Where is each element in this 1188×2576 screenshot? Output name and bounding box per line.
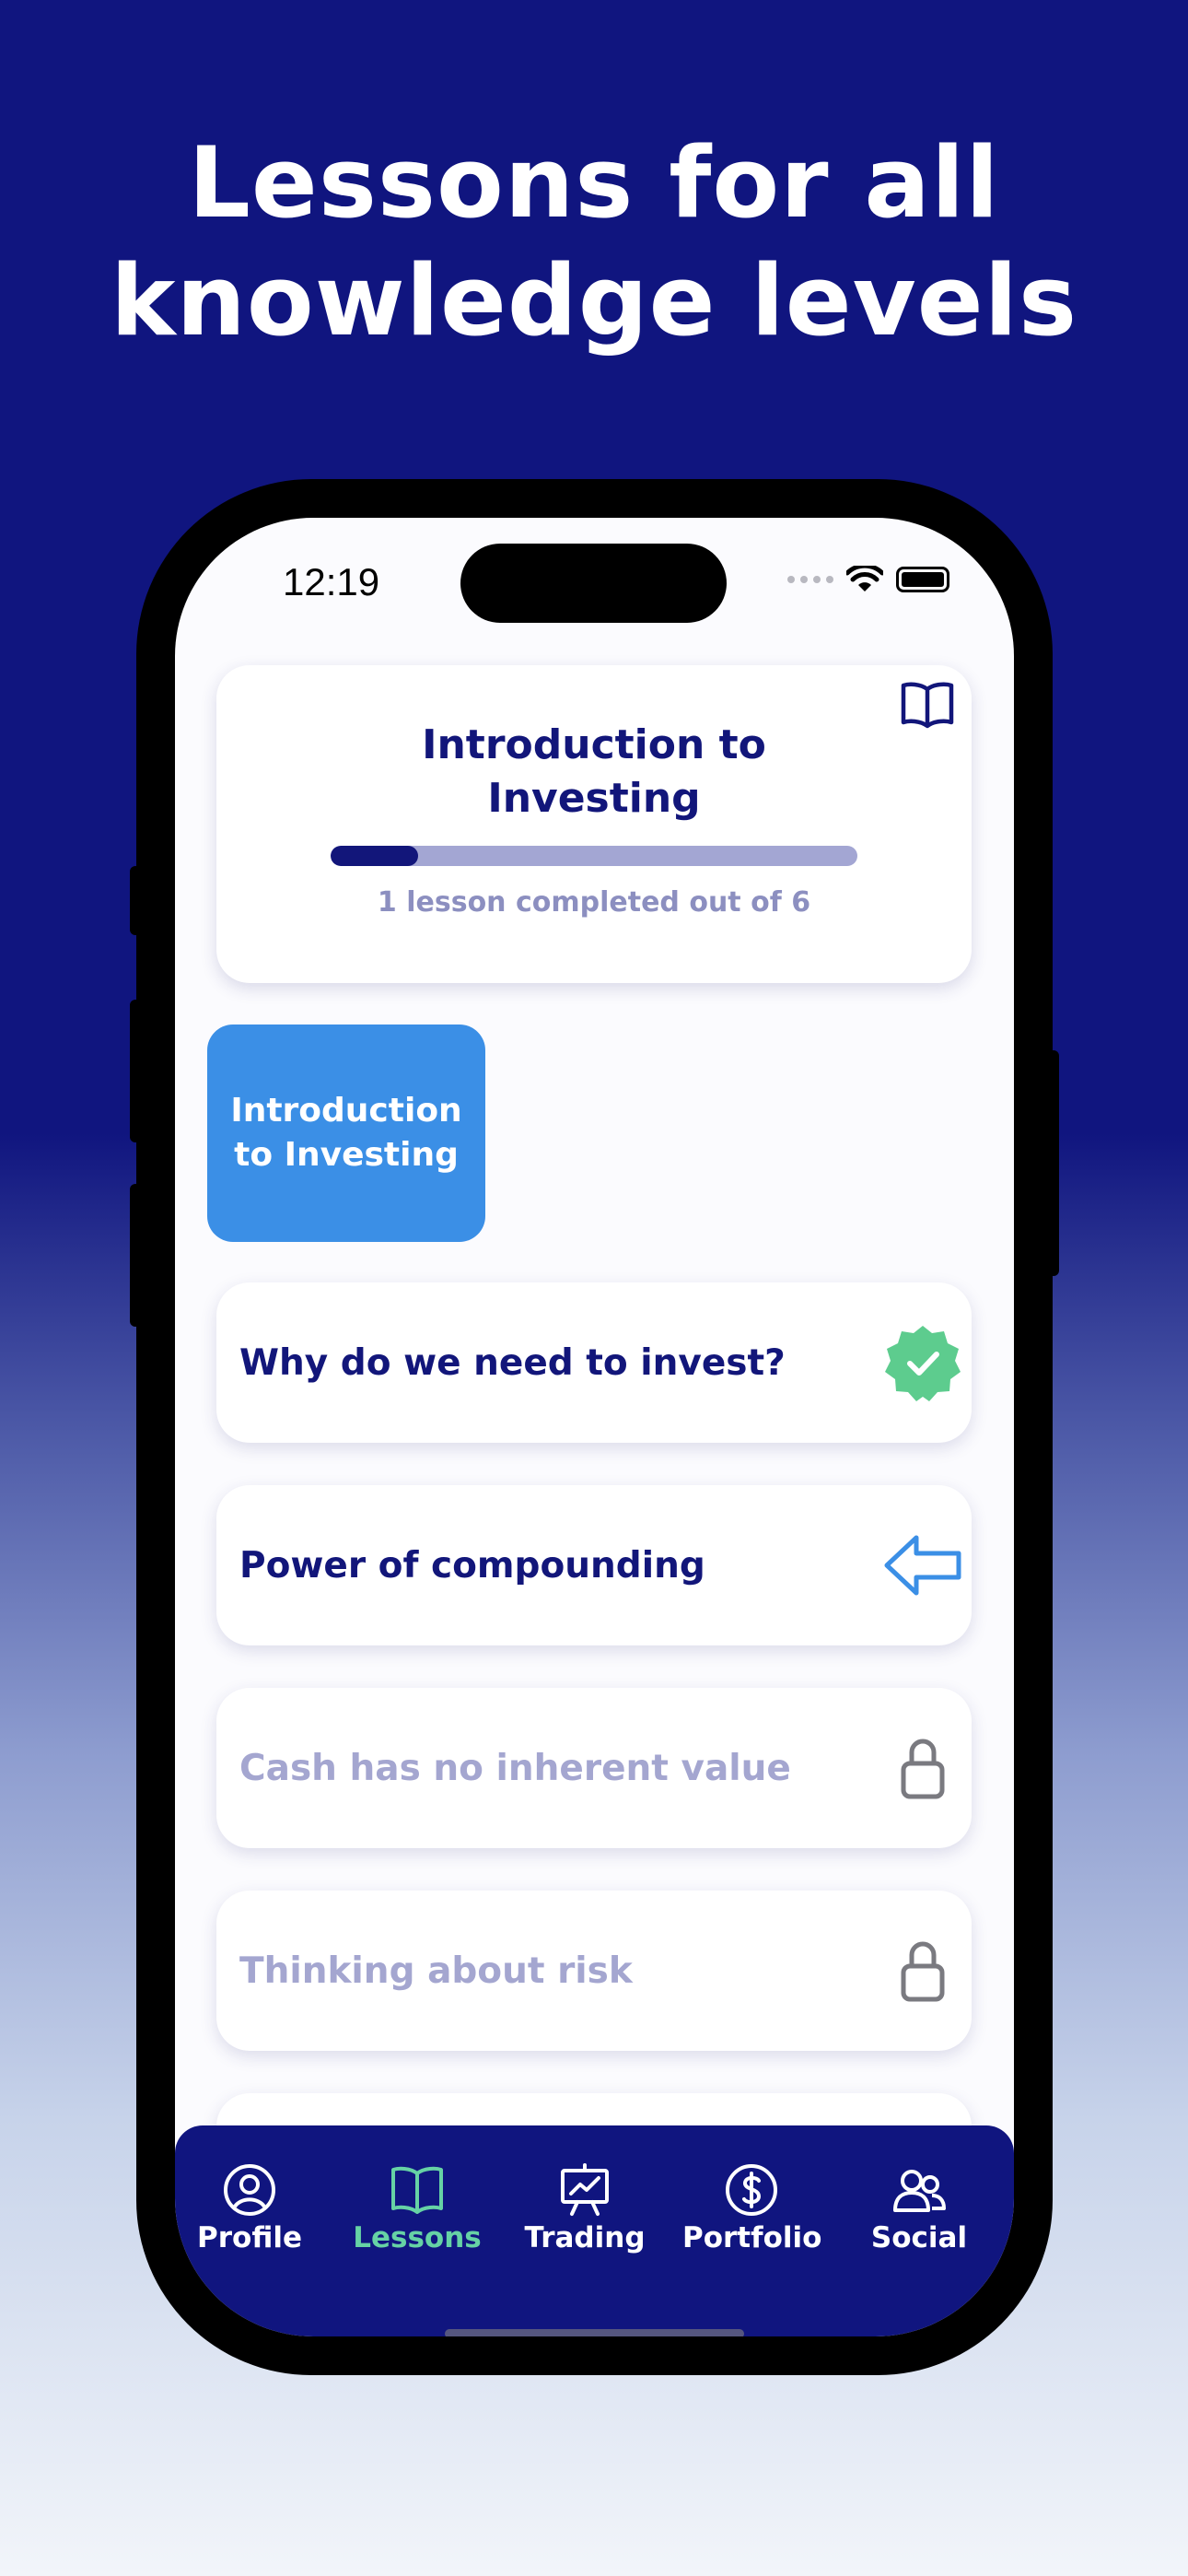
progress-text: 1 lesson completed out of 6 bbox=[377, 886, 811, 919]
arrow-left-icon bbox=[884, 1535, 961, 1596]
tab-label: Lessons bbox=[353, 2221, 482, 2254]
course-progress-fill bbox=[331, 846, 419, 866]
cellular-signal-icon bbox=[787, 576, 833, 583]
headline-line-1: Lessons for all bbox=[188, 126, 1000, 240]
unit-tile-line-1: Introduction bbox=[230, 1092, 462, 1130]
dynamic-island bbox=[460, 544, 727, 623]
battery-icon bbox=[896, 567, 949, 592]
lesson-label: Cash has no inherent value bbox=[239, 1747, 791, 1789]
home-indicator bbox=[445, 2329, 744, 2336]
tab-label: Portfolio bbox=[682, 2221, 822, 2254]
chart-board-icon bbox=[561, 2163, 609, 2216]
unit-tile-line-2: to Investing bbox=[234, 1136, 459, 1174]
course-title: Introduction to Investing bbox=[216, 719, 972, 825]
tab-label: Profile bbox=[197, 2221, 302, 2254]
course-title-line-1: Introduction to bbox=[422, 721, 766, 768]
tab-label: Trading bbox=[524, 2221, 646, 2254]
lesson-label: Why do we need to invest? bbox=[239, 1341, 786, 1384]
tab-label: Social bbox=[870, 2221, 968, 2254]
people-icon bbox=[893, 2170, 946, 2212]
lock-icon bbox=[901, 1941, 945, 2002]
lesson-label: Power of compounding bbox=[239, 1544, 705, 1587]
phone-screen: 12:19 Introduction to Investing 1 lesson… bbox=[175, 518, 1014, 2336]
checkmark-badge-icon bbox=[885, 1326, 961, 1401]
status-indicators bbox=[787, 566, 949, 593]
status-time: 12:19 bbox=[283, 560, 380, 603]
lesson-label: Thinking about risk bbox=[239, 1950, 633, 1992]
book-icon bbox=[391, 2166, 443, 2214]
tab-lessons[interactable]: Lessons bbox=[348, 2162, 486, 2254]
bottom-tab-bar: Profile Lessons Trading Portfolio Social bbox=[175, 2125, 1014, 2336]
lesson-cash-no-inherent-value[interactable]: Cash has no inherent value bbox=[216, 1688, 972, 1848]
tab-trading[interactable]: Trading bbox=[516, 2162, 654, 2254]
unit-tile-introduction-to-investing[interactable]: Introduction to Investing bbox=[207, 1025, 485, 1242]
wifi-icon bbox=[846, 566, 883, 591]
phone-frame: 12:19 Introduction to Investing 1 lesson… bbox=[136, 479, 1053, 2375]
lock-icon bbox=[901, 1739, 945, 1799]
lesson-power-of-compounding[interactable]: Power of compounding bbox=[216, 1485, 972, 1645]
lesson-why-invest[interactable]: Why do we need to invest? bbox=[216, 1282, 972, 1443]
dollar-circle-icon bbox=[726, 2164, 777, 2216]
tab-profile[interactable]: Profile bbox=[181, 2162, 319, 2254]
course-progress-bar bbox=[331, 846, 857, 866]
profile-icon bbox=[224, 2164, 275, 2216]
tab-social[interactable]: Social bbox=[850, 2162, 988, 2254]
headline-line-2: knowledge levels bbox=[110, 244, 1078, 357]
lesson-thinking-about-risk[interactable]: Thinking about risk bbox=[216, 1891, 972, 2051]
headline: Lessons for all knowledge levels bbox=[0, 124, 1188, 360]
course-progress-card[interactable]: Introduction to Investing 1 lesson compl… bbox=[216, 665, 972, 983]
tab-portfolio[interactable]: Portfolio bbox=[682, 2162, 821, 2254]
course-title-line-2: Investing bbox=[487, 775, 701, 822]
